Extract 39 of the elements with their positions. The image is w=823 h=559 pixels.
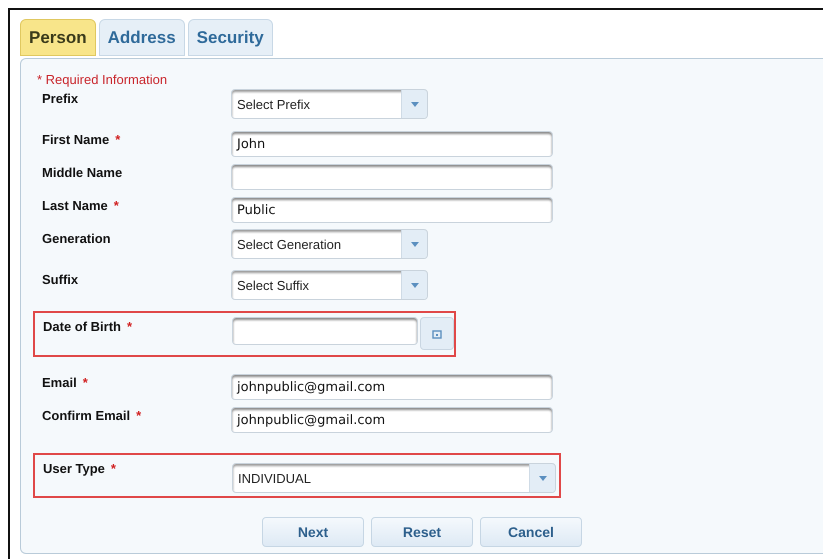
form-button[interactable]: Next [262, 517, 364, 547]
date-field[interactable] [232, 317, 418, 345]
tab[interactable]: Person [20, 19, 96, 56]
field-label: Suffix [42, 272, 78, 287]
dropdown[interactable]: Select Prefix [231, 89, 428, 119]
required-note: * Required Information [37, 72, 168, 87]
dropdown[interactable]: Select Suffix [231, 270, 428, 300]
tab[interactable]: Security [188, 19, 273, 56]
required-asterisk: * [82, 375, 88, 390]
dropdown[interactable]: INDIVIDUAL [232, 463, 556, 493]
text-field[interactable]: johnpublic@gmail.com [231, 374, 553, 400]
caret-icon [410, 282, 418, 288]
field-label: Email [42, 375, 77, 390]
field-label: Prefix [42, 91, 78, 106]
text-field[interactable]: Public [231, 197, 553, 223]
text-field[interactable]: johnpublic@gmail.com [231, 407, 553, 433]
field-label: User Type [43, 461, 105, 476]
calendar-button[interactable] [420, 317, 454, 350]
required-asterisk: * [114, 198, 119, 213]
tab[interactable]: Address [98, 19, 185, 56]
text-field[interactable]: John [231, 131, 553, 157]
caret-icon [410, 242, 418, 246]
caret-icon [410, 102, 418, 106]
required-asterisk: * [127, 319, 132, 334]
field-label: Middle Name [42, 165, 122, 180]
field-label: Confirm Email [42, 408, 130, 423]
form-button[interactable]: Reset [371, 517, 473, 547]
field-label: Date of Birth [43, 319, 121, 334]
calendar-icon [432, 328, 442, 338]
required-asterisk: * [110, 461, 116, 476]
form-button[interactable]: Cancel [480, 517, 582, 547]
field-label: Last Name [42, 198, 108, 213]
field-label: Generation [42, 231, 111, 246]
field-label: First Name [42, 132, 110, 147]
dropdown[interactable]: Select Generation [231, 229, 428, 259]
required-asterisk: * [115, 132, 120, 147]
required-asterisk: * [136, 408, 142, 423]
text-field[interactable] [231, 164, 553, 190]
caret-icon [538, 476, 546, 480]
